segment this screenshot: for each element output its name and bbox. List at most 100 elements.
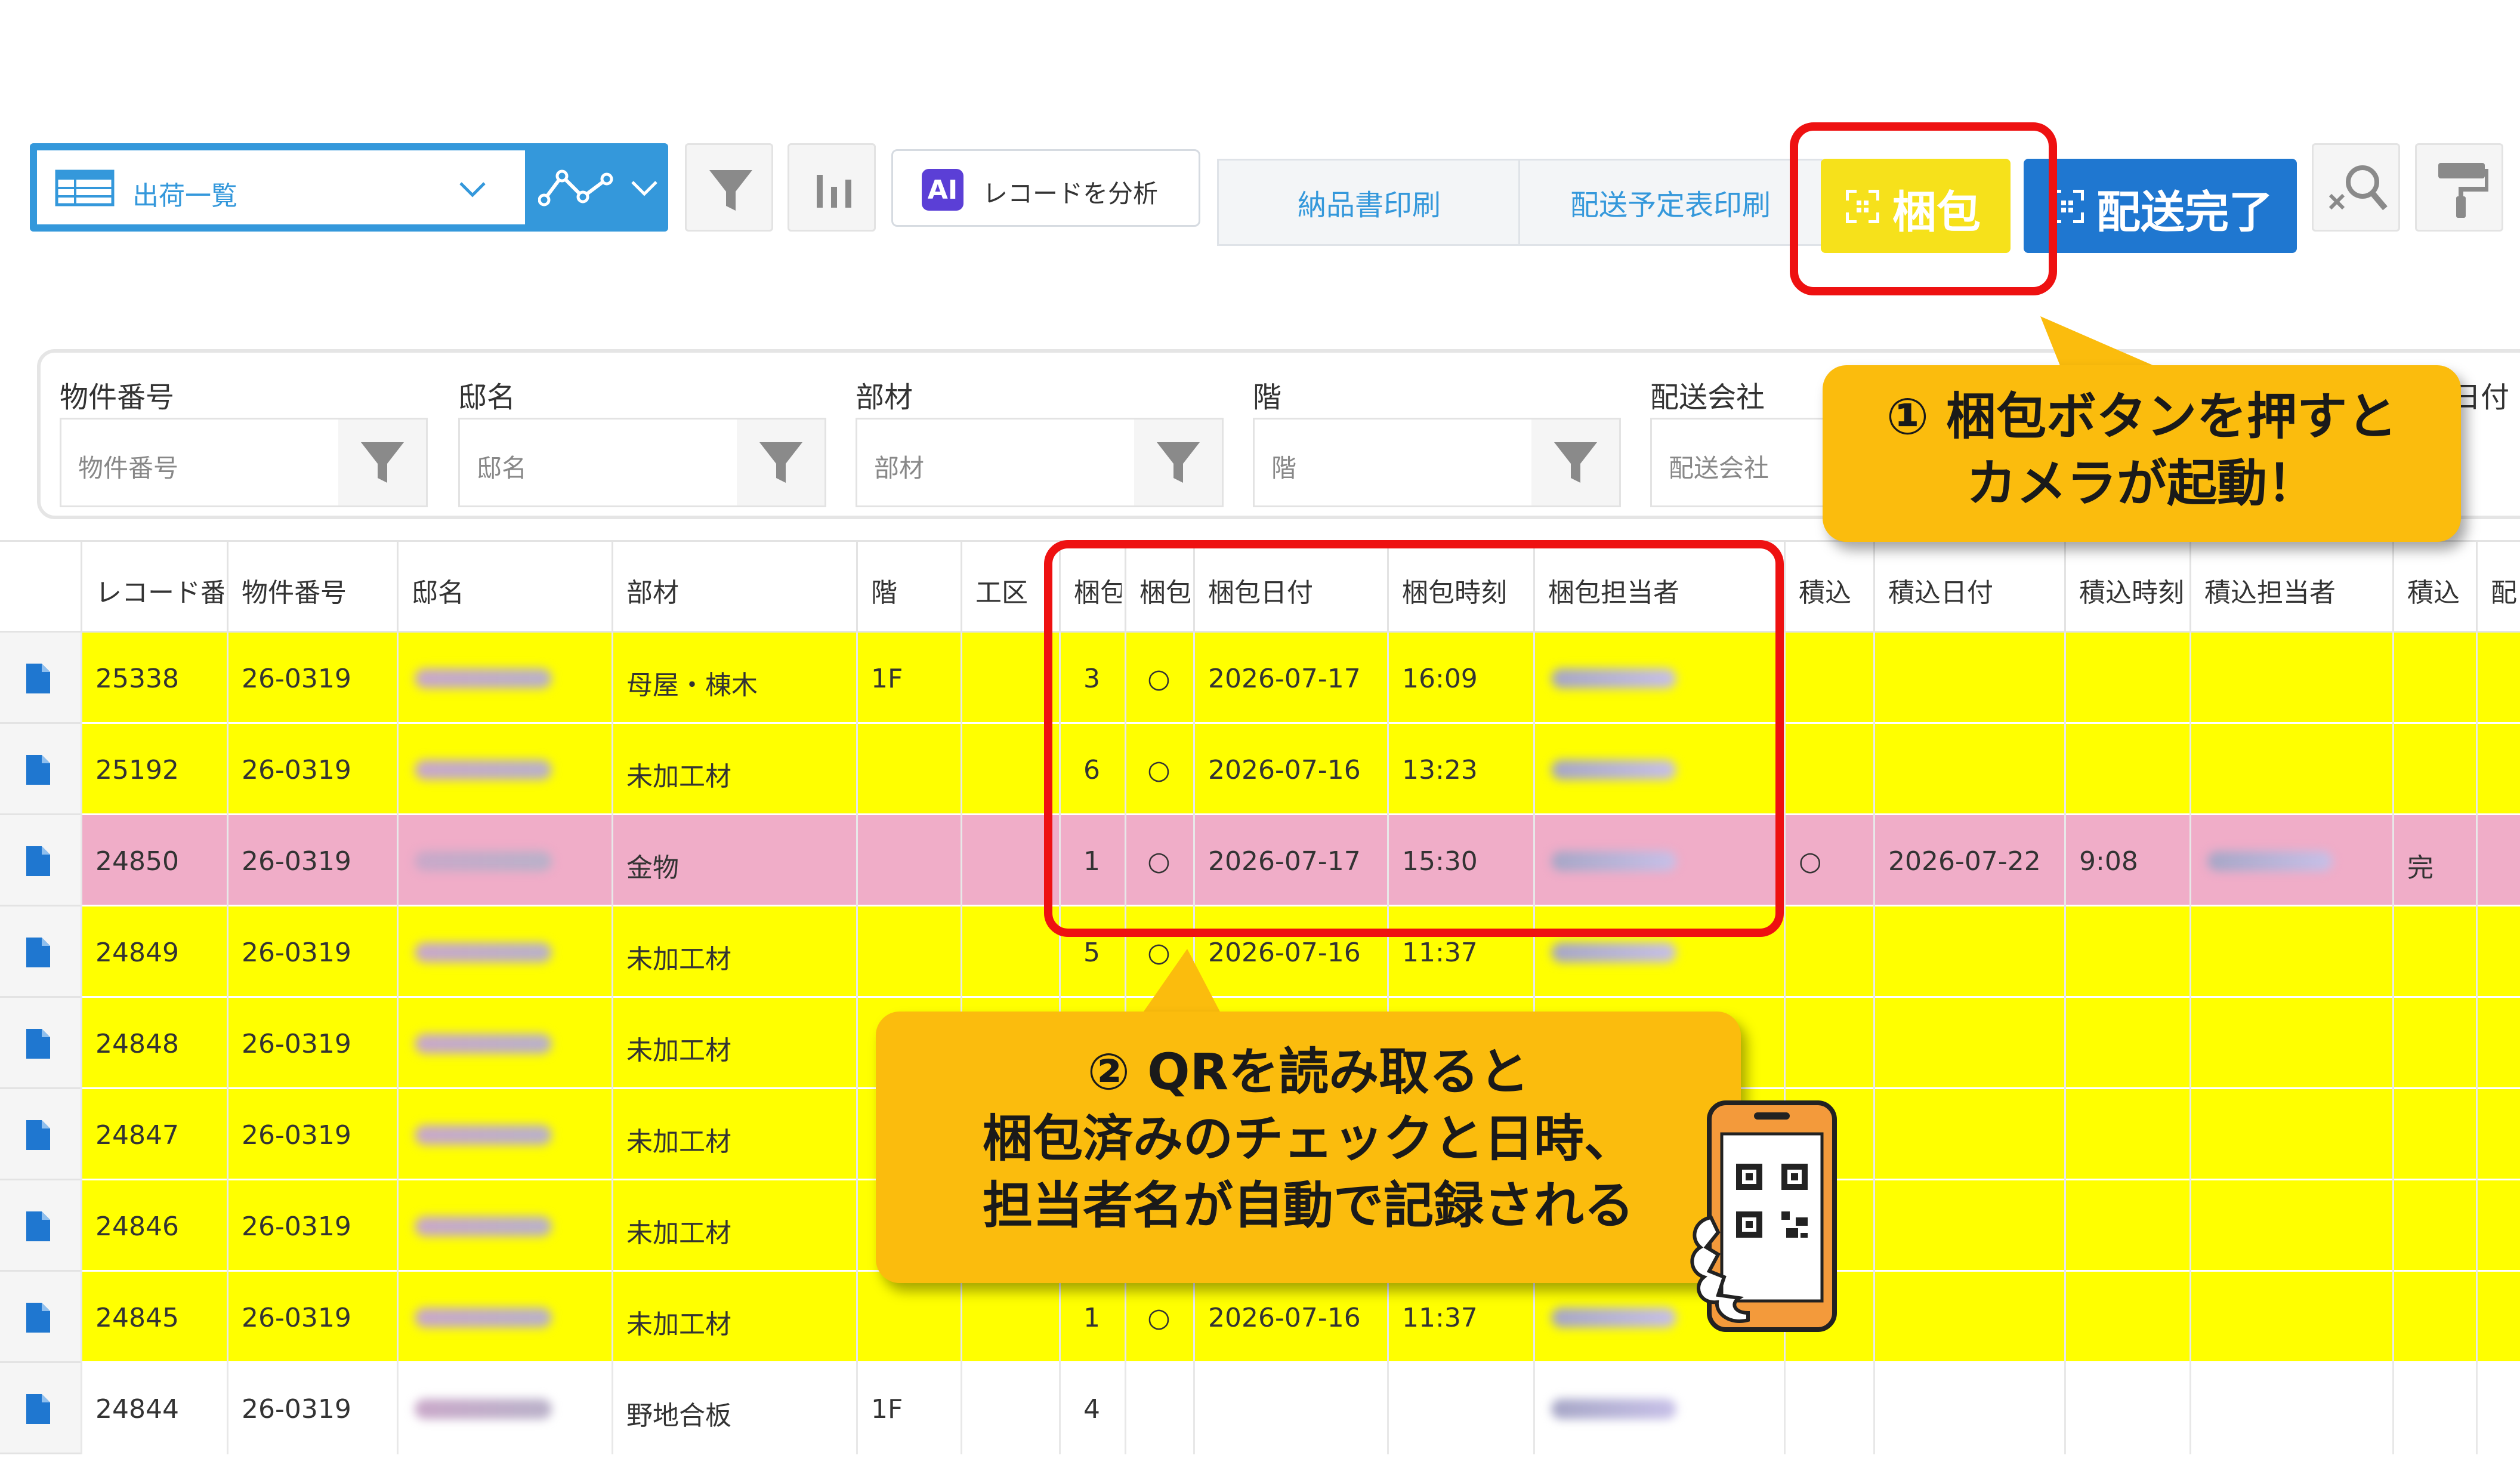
analyze-label: レコードを分析 [983,179,1159,208]
redacted-name [415,851,552,871]
settings-button[interactable] [2415,143,2503,232]
column-divider [81,633,82,724]
column-divider [612,906,613,998]
filter-input-material[interactable]: 部材 [856,418,1136,507]
column-divider [1873,724,1875,815]
redacted-name [415,942,552,963]
column-header[interactable]: 物件番号 [242,571,394,609]
ai-analyze-button[interactable]: AI レコードを分析 [891,149,1200,227]
filter-apply-button[interactable] [737,418,826,507]
filter-apply-button[interactable] [1531,418,1621,507]
document-icon[interactable] [25,662,51,695]
filter-apply-button[interactable] [1134,418,1224,507]
column-divider [81,1180,82,1272]
column-divider [1533,1272,1535,1363]
chevron-down-icon[interactable] [629,179,659,197]
column-divider [1873,633,1875,724]
column-divider [856,998,858,1089]
view-selector[interactable]: 出荷一覧 [30,143,668,232]
redacted-name [415,1125,552,1145]
callout-pointer [1139,949,1223,1017]
column-divider [2189,815,2191,906]
column-divider [961,633,962,724]
column-header[interactable]: 積込日付 [1888,571,2061,609]
document-icon[interactable] [25,1119,51,1151]
column-divider [397,1363,399,1454]
filter-icon [1156,442,1200,483]
column-header[interactable]: 階 [871,571,958,609]
graph-button[interactable] [788,143,876,232]
redacted-name [1551,1308,1676,1328]
print-schedule-button[interactable]: 配送予定表印刷 [1518,159,1823,246]
column-divider [961,540,962,633]
filter-apply-button[interactable] [338,418,428,507]
table-row[interactable]: 24845 26-0319 未加工材 1 ○ 2026-07-16 11:37 [0,1272,2520,1363]
search-replace-button[interactable] [2312,143,2400,232]
callout-text: カメラが起動！ [1966,454,2317,513]
column-divider [2064,998,2066,1089]
redacted-name [415,668,552,689]
column-header[interactable]: 邸名 [412,571,609,609]
column-divider [2064,1180,2066,1272]
document-icon[interactable] [25,1210,51,1242]
document-icon[interactable] [25,1393,51,1425]
delivery-done-label: 配送完了 [2096,187,2273,238]
filter-label: 邸名 [458,381,516,414]
filter-label: 物件番号 [60,381,175,414]
table-cell: 野地合板 [626,1401,731,1431]
document-icon[interactable] [25,754,51,786]
column-divider [227,1180,228,1272]
column-header[interactable]: 積込時刻 [2079,571,2187,609]
table-cell: 母屋・棟木 [626,670,758,701]
filter-button[interactable] [685,143,773,232]
column-divider [1784,906,1786,998]
column-header[interactable]: 積込 [2407,571,2473,609]
column-divider [81,906,82,998]
graph-icon[interactable] [538,167,616,209]
filter-input-floor[interactable]: 階 [1253,418,1533,507]
callout-text: 梱包済みのチェックと日時、 [982,1109,1634,1168]
table-cell: 未加工材 [626,1218,731,1248]
column-divider [81,1272,82,1363]
column-header[interactable]: 積込 [1799,571,1870,609]
view-dropdown[interactable]: 出荷一覧 [37,150,525,224]
document-icon[interactable] [25,845,51,877]
column-divider [1533,1363,1535,1454]
column-header[interactable]: 積込担当者 [2204,571,2389,609]
table-cell: 26-0319 [242,1120,351,1151]
pack-button-highlight [1790,122,2057,295]
filter-input-house-name[interactable]: 邸名 [458,418,739,507]
column-header[interactable]: 配送 [2491,571,2517,609]
column-divider [227,724,228,815]
column-divider [227,1272,228,1363]
column-divider [1873,1272,1875,1363]
column-divider [856,540,858,633]
print-delivery-note-button[interactable]: 納品書印刷 [1217,159,1521,246]
column-divider [2392,815,2394,906]
column-header[interactable]: レコード番号 [95,571,224,609]
column-divider [2392,1272,2394,1363]
column-divider [227,815,228,906]
column-divider [397,815,399,906]
column-divider [1784,724,1786,815]
column-divider [81,1089,82,1180]
ai-icon: AI [922,169,963,211]
filter-input-property-no[interactable]: 物件番号 [60,418,340,507]
document-icon[interactable] [25,1302,51,1334]
table-cell: 24850 [95,846,179,877]
column-divider [961,724,962,815]
document-icon[interactable] [25,936,51,969]
callout-text: 担当者名が自動で記録される [982,1176,1634,1235]
paint-roller-icon [2438,163,2488,218]
column-divider [227,1089,228,1180]
table-cell: 1F [871,1394,903,1424]
column-header[interactable]: 部材 [626,571,853,609]
table-row[interactable]: 24844 26-0319 野地合板 1F 4 [0,1363,2520,1454]
column-divider [227,1363,228,1454]
column-divider [397,1272,399,1363]
table-cell: 1F [871,664,903,694]
column-divider [2476,1089,2478,1180]
document-icon[interactable] [25,1028,51,1060]
table-cell: 24844 [95,1394,179,1424]
delivery-done-button[interactable]: 配送完了 [2024,159,2297,253]
